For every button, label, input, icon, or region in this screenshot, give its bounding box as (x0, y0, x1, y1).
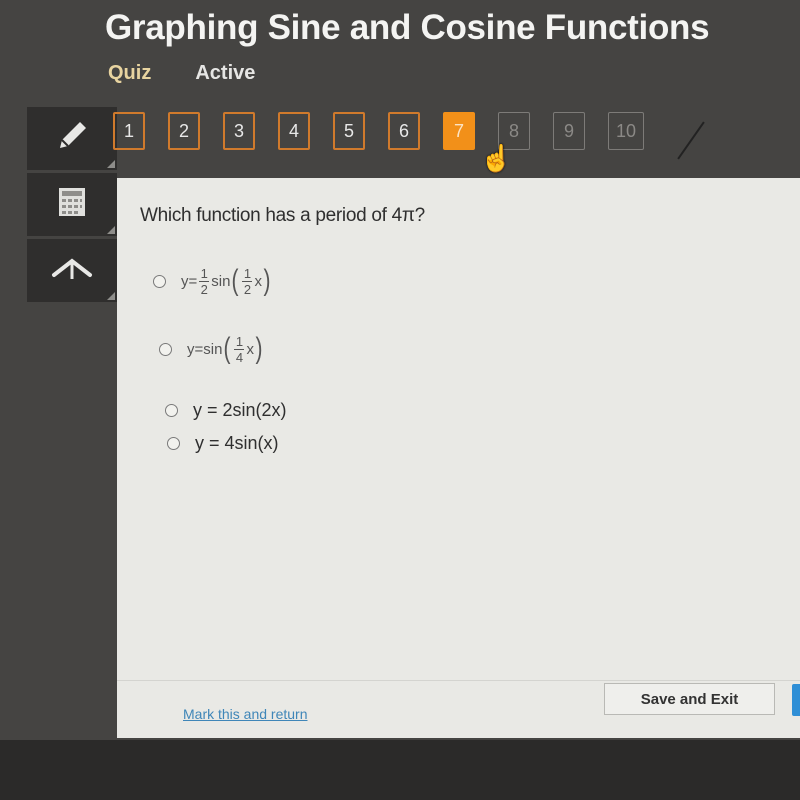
denominator: 4 (235, 349, 244, 365)
arrow-up-icon (50, 253, 94, 288)
pencil-icon (52, 116, 92, 161)
footer-divider (117, 680, 800, 681)
question-9-button: 9 (553, 112, 585, 150)
question-panel: Which function has a period of 4π? y= 12… (117, 178, 800, 738)
question-4-button[interactable]: 4 (278, 112, 310, 150)
option-1-math: y= 12 sin ( 12 x ) (181, 264, 271, 297)
expand-corner-icon (107, 160, 115, 168)
option-2-math: y=sin ( 14 x ) (187, 332, 263, 365)
expand-corner-icon (107, 292, 115, 300)
answer-option-4[interactable]: y = 4sin(x) (167, 433, 279, 454)
save-and-exit-button[interactable]: Save and Exit (604, 683, 775, 715)
answer-option-3[interactable]: y = 2sin(2x) (165, 400, 287, 421)
function-name: sin (211, 272, 231, 290)
question-2-button[interactable]: 2 (168, 112, 200, 150)
radio-button[interactable] (165, 404, 178, 417)
variable: x (246, 340, 254, 358)
question-6-button[interactable]: 6 (388, 112, 420, 150)
numerator: 1 (200, 265, 208, 281)
question-5-button[interactable]: 5 (333, 112, 365, 150)
denominator: 2 (200, 281, 208, 297)
option-1-prefix: y= (181, 272, 198, 290)
question-3-button[interactable]: 3 (223, 112, 255, 150)
denominator: 2 (243, 281, 252, 297)
question-text: Which function has a period of 4π? (140, 205, 425, 226)
argument-fraction: 12 (242, 265, 253, 297)
question-navigation: 1 2 3 4 5 6 7 8 9 10 (113, 112, 644, 150)
radio-button[interactable] (159, 342, 172, 356)
status-label: Active (195, 62, 256, 84)
pencil-tool-button[interactable] (27, 107, 117, 170)
expand-corner-icon (107, 226, 115, 234)
calculator-icon (55, 185, 89, 224)
option-3-text: y = 2sin(2x) (193, 400, 287, 420)
radio-button[interactable] (153, 274, 166, 288)
answer-option-1[interactable]: y= 12 sin ( 12 x ) (153, 266, 272, 296)
coefficient-fraction: 12 (199, 265, 210, 297)
quiz-label: Quiz (108, 62, 152, 84)
question-1-button[interactable]: 1 (113, 112, 145, 150)
divider-line (677, 121, 705, 160)
mark-and-return-link[interactable]: Mark this and return (183, 706, 308, 722)
sub-navigation: Quiz Active (108, 62, 255, 85)
tool-sidebar (27, 107, 117, 305)
collapse-tool-button[interactable] (27, 239, 117, 302)
monitor-bezel (0, 740, 800, 800)
answer-option-2[interactable]: y=sin ( 14 x ) (159, 334, 264, 364)
next-button[interactable] (792, 684, 800, 716)
question-7-button[interactable]: 7 (443, 112, 475, 150)
variable: x (254, 272, 262, 290)
option-2-prefix: y=sin (187, 340, 223, 358)
radio-button[interactable] (167, 437, 180, 450)
calculator-tool-button[interactable] (27, 173, 117, 236)
numerator: 1 (235, 333, 244, 349)
question-10-button: 10 (608, 112, 644, 150)
hand-cursor-icon: ☝ (480, 143, 513, 173)
option-4-text: y = 4sin(x) (195, 433, 279, 453)
numerator: 1 (243, 265, 252, 281)
argument-fraction: 14 (234, 333, 245, 365)
page-title: Graphing Sine and Cosine Functions (105, 8, 710, 47)
